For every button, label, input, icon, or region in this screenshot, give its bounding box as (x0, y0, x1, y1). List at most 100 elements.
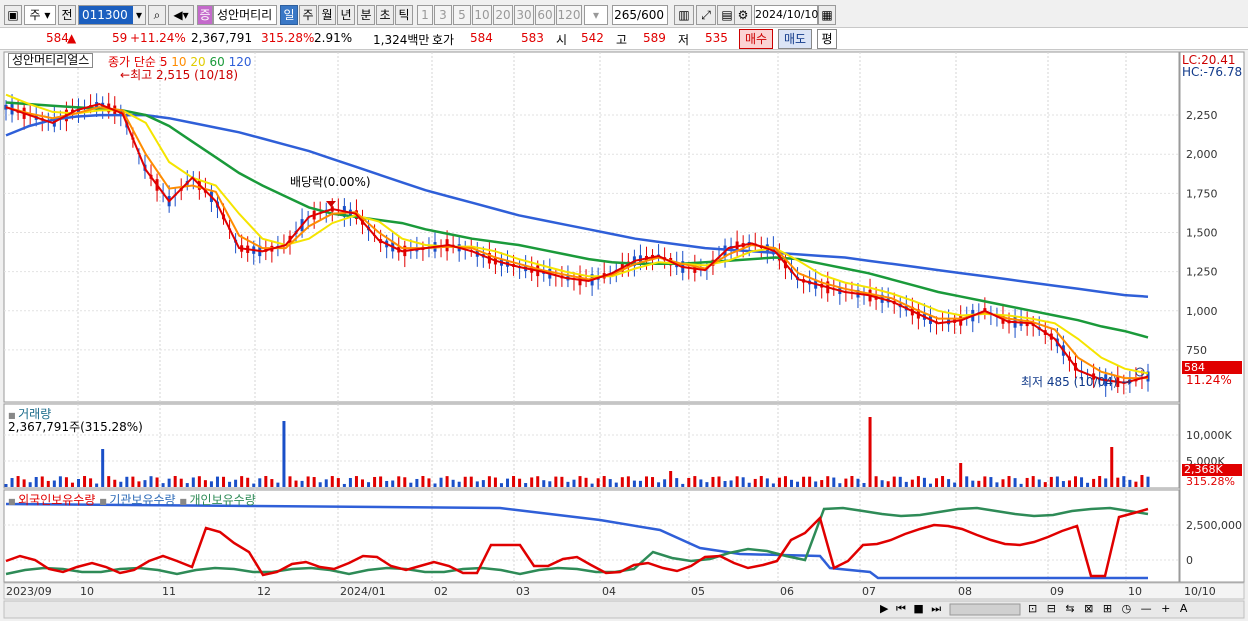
holdings-tick-label: 2,500,000 (1186, 519, 1242, 532)
volume-bar (167, 478, 171, 487)
zoom-controls[interactable]: ⊡ ⊟ ⇆ ⊠ ⊞ ◷ — + A (1028, 602, 1190, 615)
volume-bar (910, 479, 914, 487)
x-tick-label: 02 (434, 585, 448, 598)
volume-bar (1122, 476, 1126, 487)
volume-bar (173, 476, 177, 487)
volume-bar (1134, 481, 1138, 487)
volume-bar (675, 478, 679, 487)
volume-bar (578, 476, 582, 487)
legend-individual: 개인보유수량 (189, 493, 256, 507)
volume-bar (433, 483, 437, 487)
volume-bar (729, 480, 733, 487)
volume-bar (935, 478, 939, 487)
volume-bar (487, 476, 491, 487)
scroll-thumb[interactable] (949, 603, 1021, 616)
x-tick-label: 12 (257, 585, 271, 598)
volume-bar (1055, 476, 1059, 487)
volume-bar (886, 481, 890, 487)
volume-bar (765, 478, 769, 487)
volume-bar (560, 476, 564, 487)
price-tick-label: 2,000 (1186, 148, 1218, 161)
volume-bar (1067, 480, 1071, 487)
volume-bar (342, 483, 346, 487)
volume-bar (524, 483, 528, 487)
price-tick-label: 1,500 (1186, 226, 1218, 239)
volume-bar (360, 479, 364, 487)
volume-bar (663, 479, 667, 487)
high-marker: ←최고 2,515 (10/18) (120, 68, 239, 82)
legend-institution: 기관보유수량 (109, 493, 176, 507)
volume-bar (77, 479, 81, 487)
price-tag-pct: 11.24% (1186, 373, 1232, 387)
x-tick-label: 10 (80, 585, 94, 598)
price-tick-label: 750 (1186, 344, 1207, 357)
x-tick-label: 10 (1128, 585, 1142, 598)
volume-bar (922, 477, 926, 487)
volume-bar (10, 478, 14, 487)
volume-bar (83, 476, 87, 487)
volume-bar (904, 481, 908, 487)
volume-bar (566, 481, 570, 487)
volume-bar (1031, 476, 1035, 487)
volume-bar (947, 479, 951, 487)
volume-bar (651, 477, 655, 487)
volume-bar (989, 477, 993, 487)
volume-bar (379, 476, 383, 487)
volume-bar (518, 478, 522, 487)
volume-bar (119, 481, 123, 487)
volume-bar (977, 480, 981, 487)
volume-bar (481, 480, 485, 487)
volume-bar (959, 463, 963, 487)
volume-bar (469, 476, 473, 487)
volume-bar (711, 476, 715, 487)
volume-bar (1110, 447, 1114, 487)
volume-bar (89, 478, 93, 487)
x-tick-label: 08 (958, 585, 972, 598)
scroll-controls[interactable]: ▶ ⏮ ■ ⏭ (880, 602, 943, 616)
x-tick-label: 2023/09 (6, 585, 52, 598)
volume-bar (644, 476, 648, 487)
volume-tag-pct: 315.28% (1186, 475, 1235, 488)
volume-bar (457, 481, 461, 487)
volume-bar (373, 476, 377, 487)
price-tick-label: 1,750 (1186, 187, 1218, 200)
volume-bar (693, 476, 697, 487)
volume-bar (463, 476, 467, 487)
volume-bar (101, 449, 105, 487)
volume-bar (596, 478, 600, 487)
low-marker: 최저 485 (10/04) → (1021, 375, 1132, 389)
volume-bar (687, 477, 691, 487)
volume-bar (802, 476, 806, 487)
volume-bar (95, 483, 99, 487)
volume-bar (898, 476, 902, 487)
x-tick-label: 06 (780, 585, 794, 598)
volume-bar (391, 480, 395, 487)
price-tick-label: 1,250 (1186, 266, 1218, 279)
volume-bar (1001, 479, 1005, 487)
holdings-legend: ■ 외국인보유수량 ■ 기관보유수량 ■ 개인보유수량 (8, 493, 256, 507)
volume-bar (753, 478, 757, 487)
volume-bar (282, 421, 286, 487)
volume-bar (318, 482, 322, 487)
x-tick-label: 07 (862, 585, 876, 598)
volume-bar (367, 482, 371, 487)
volume-bar (941, 476, 945, 487)
volume-bar (270, 479, 274, 487)
low-marker-text: 최저 485 (10/04) (1021, 375, 1118, 389)
volume-bar (796, 481, 800, 487)
chart-area: 2023/09 10 11 12 2024/01 02 03 04 05 06 07 08 09 10 10… (3, 51, 1245, 619)
volume-bar (234, 479, 238, 487)
volume-bar (276, 482, 280, 487)
volume-bar (862, 482, 866, 487)
volume-bar (717, 476, 721, 487)
volume-bar (1025, 477, 1029, 487)
volume-bar (1007, 476, 1011, 487)
x-tick-label: 04 (602, 585, 616, 598)
volume-bar (548, 481, 552, 487)
volume-bar (1073, 476, 1077, 487)
volume-bar (971, 480, 975, 487)
volume-bar (4, 484, 8, 487)
volume-bar (1037, 479, 1041, 487)
volume-bar (197, 476, 201, 487)
volume-bar (1092, 478, 1096, 487)
